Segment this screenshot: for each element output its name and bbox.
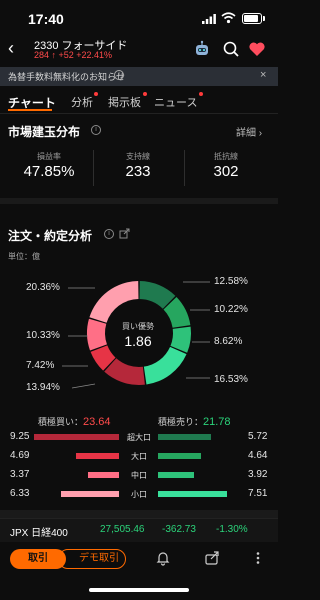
- buy-bar: [61, 491, 119, 497]
- sell-pct-label: 10.22%: [214, 304, 248, 315]
- index-change-pct: -1.30%: [216, 524, 248, 535]
- buy-amount: 6.33: [10, 488, 30, 499]
- order-size-category: 中口: [131, 471, 147, 480]
- order-size-category: 超大口: [127, 433, 151, 442]
- sell-amount: 3.92: [248, 469, 268, 480]
- sell-pct-label: 8.62%: [214, 336, 243, 347]
- order-size-category: 小口: [131, 490, 147, 499]
- active-sell-total: 積極売り：21.78: [158, 415, 231, 428]
- section-separator: [0, 510, 278, 518]
- sell-bar: [158, 491, 227, 497]
- buy-segment: [89, 281, 139, 323]
- active-buy-total: 積極買い：23.64: [38, 415, 111, 428]
- sell-bar: [158, 434, 211, 440]
- index-price: 27,505.46: [100, 524, 145, 535]
- index-change: -362.73: [162, 524, 196, 535]
- active-buy-label: 積極買い：: [38, 417, 84, 427]
- index-name: JPX 日経400: [10, 528, 68, 539]
- leader-line: [71, 383, 96, 389]
- sell-segment: [143, 346, 187, 385]
- more-icon[interactable]: [250, 550, 266, 566]
- demo-trade-button[interactable]: デモ取引: [58, 549, 126, 569]
- sell-pct-label: 12.58%: [214, 276, 248, 287]
- home-indicator: [89, 588, 189, 592]
- trade-button[interactable]: 取引: [10, 549, 66, 569]
- share-icon[interactable]: [204, 550, 220, 566]
- donut-center-value: 1.86: [124, 333, 152, 349]
- active-sell-label: 積極売り：: [158, 417, 204, 427]
- buy-pct-label: 20.36%: [26, 282, 60, 293]
- buy-pct-label: 13.94%: [26, 382, 60, 393]
- buy-amount: 3.37: [10, 469, 30, 480]
- buy-segment: [87, 318, 107, 351]
- donut-center-label: 買い優勢: [122, 322, 154, 331]
- buy-pct-label: 7.42%: [26, 360, 55, 371]
- alert-bell-icon[interactable]: [155, 550, 171, 566]
- buy-pct-label: 10.33%: [26, 330, 60, 341]
- sell-amount: 7.51: [248, 488, 268, 499]
- order-size-category: 大口: [131, 452, 147, 461]
- active-sell-value: 21.78: [203, 416, 231, 428]
- sell-amount: 4.64: [248, 450, 268, 461]
- sell-bar: [158, 453, 201, 459]
- sell-amount: 5.72: [248, 431, 268, 442]
- sell-pct-label: 16.53%: [214, 374, 248, 385]
- buy-amount: 4.69: [10, 450, 30, 461]
- buy-bar: [88, 472, 119, 478]
- active-buy-value: 23.64: [83, 416, 111, 428]
- sell-bar: [158, 472, 194, 478]
- buy-amount: 9.25: [10, 431, 30, 442]
- buy-bar: [76, 453, 119, 459]
- buy-bar: [34, 434, 119, 440]
